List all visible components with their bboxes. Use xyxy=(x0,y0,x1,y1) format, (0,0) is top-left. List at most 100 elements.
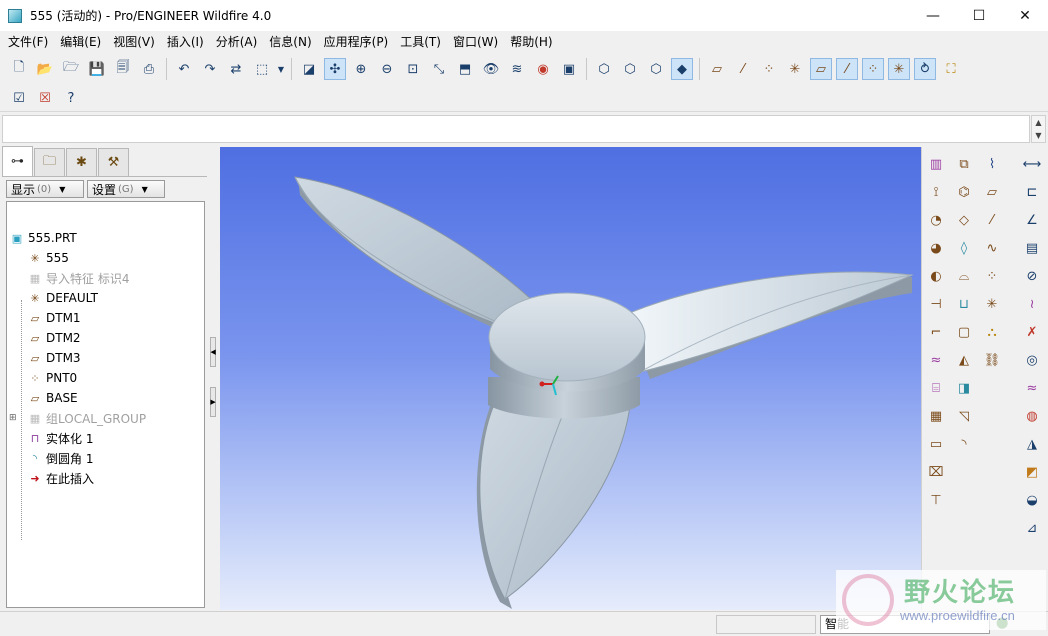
repaint-icon[interactable]: ◪ xyxy=(298,58,320,80)
menu-applications[interactable]: 应用程序(P) xyxy=(318,31,395,53)
no-hidden-icon[interactable]: ⬡ xyxy=(645,58,667,80)
tree-item-dtm1[interactable]: ▱ DTM1 xyxy=(7,308,204,328)
measure-distance-icon[interactable]: ⟷ xyxy=(1021,153,1043,175)
chevron-up-icon[interactable]: ▲ xyxy=(1035,118,1041,127)
shell-icon[interactable]: ⌧ xyxy=(925,461,947,483)
select-box-icon[interactable]: ⬚ xyxy=(251,58,273,80)
tree-item-solidify[interactable]: ⊓ 实体化 1 xyxy=(7,428,204,448)
surface-icon[interactable]: ⌓ xyxy=(953,265,975,287)
appearance-icon[interactable]: ◉ xyxy=(532,58,554,80)
menu-window[interactable]: 窗口(W) xyxy=(447,31,504,53)
round-tool-icon[interactable]: ◝ xyxy=(953,433,975,455)
sketch-icon[interactable]: ⌇ xyxy=(981,153,1003,175)
collapse-left-icon[interactable]: ◀ xyxy=(210,337,216,367)
minimize-icon[interactable]: — xyxy=(910,0,956,31)
settings-button[interactable]: 设置 (G) ▼ xyxy=(87,180,165,198)
datum-axis-create-icon[interactable]: ⁄ xyxy=(981,209,1003,231)
csys-create-icon[interactable]: ✳ xyxy=(981,293,1003,315)
tree-item-insert-here[interactable]: ➜ 在此插入 xyxy=(7,468,204,488)
tree-item-import-feature[interactable]: ▦ 导入特征 标识4 xyxy=(7,268,204,288)
show-button[interactable]: 显示 (0) ▼ xyxy=(6,180,84,198)
connections-tab[interactable]: ⚒ xyxy=(98,148,129,176)
view-manager-icon[interactable]: ≋ xyxy=(506,58,528,80)
hole-icon[interactable]: ⌐ xyxy=(925,321,947,343)
tree-item-dtm2[interactable]: ▱ DTM2 xyxy=(7,328,204,348)
measure-angle-icon[interactable]: ∠ xyxy=(1021,209,1043,231)
menu-view[interactable]: 视图(V) xyxy=(107,31,161,53)
tree-item-dtm3[interactable]: ▱ DTM3 xyxy=(7,348,204,368)
reflection-icon[interactable]: ≈ xyxy=(1021,377,1043,399)
zoom-out-icon[interactable]: ⊖ xyxy=(376,58,398,80)
datum-plane-tool-icon[interactable]: ▥ xyxy=(925,153,947,175)
model-tree-tab[interactable]: ⊶ xyxy=(2,146,33,176)
annotation-icon[interactable]: ⛶ xyxy=(940,58,962,80)
tree-item-part[interactable]: ▣ 555.PRT xyxy=(7,228,204,248)
measure-area-icon[interactable]: ▤ xyxy=(1021,237,1043,259)
merge-icon[interactable]: ⊔ xyxy=(953,293,975,315)
chamfer-icon[interactable]: ◹ xyxy=(953,405,975,427)
analysis-feature-icon[interactable]: ⛬ xyxy=(981,321,1003,343)
point-display-icon[interactable]: ⁘ xyxy=(758,58,780,80)
open-folder-icon[interactable]: 🗁 xyxy=(60,58,82,80)
csys-display-icon[interactable]: ✳ xyxy=(784,58,806,80)
measure-length-icon[interactable]: ⊏ xyxy=(1021,181,1043,203)
blend-icon[interactable]: ◐ xyxy=(925,265,947,287)
redo-icon[interactable]: ↷ xyxy=(199,58,221,80)
mirror-icon[interactable]: ⟟ xyxy=(925,181,947,203)
style-icon[interactable]: ≈ xyxy=(925,349,947,371)
tree-item-round[interactable]: ◝ 倒圆角 1 xyxy=(7,448,204,468)
whats-this-icon[interactable]: ? xyxy=(60,87,82,109)
sweep-icon[interactable]: ◕ xyxy=(925,237,947,259)
layers-icon[interactable]: 👁 xyxy=(480,58,502,80)
tree-item-local-group[interactable]: ⊞ ▦ 组LOCAL_GROUP xyxy=(7,408,204,428)
undo-icon[interactable]: ↶ xyxy=(173,58,195,80)
dihedral-icon[interactable]: ⊿ xyxy=(1021,517,1043,539)
panel-splitter[interactable]: ◀ ▶ xyxy=(207,147,219,611)
close-icon[interactable]: ✕ xyxy=(1002,0,1048,31)
expand-icon[interactable]: ⊞ xyxy=(9,413,17,423)
spin-icon[interactable]: ⥁ xyxy=(914,58,936,80)
section-icon[interactable]: ◒ xyxy=(1021,489,1043,511)
graphics-window[interactable] xyxy=(220,147,921,610)
zoom-in-icon[interactable]: ⊕ xyxy=(350,58,372,80)
folder-browser-tab[interactable]: 🗀 xyxy=(34,148,65,176)
pattern-icon[interactable]: ▦ xyxy=(925,405,947,427)
tree-item-base[interactable]: ▱ BASE xyxy=(7,388,204,408)
deviation-icon[interactable]: ◎ xyxy=(1021,349,1043,371)
new-icon[interactable]: 🗋 xyxy=(8,58,30,80)
fill-icon[interactable]: ◭ xyxy=(953,349,975,371)
draft-check-icon[interactable]: ◮ xyxy=(1021,433,1043,455)
open-icon[interactable]: 📂 xyxy=(34,58,56,80)
datum-axis-tag-icon[interactable]: ⁄ xyxy=(836,58,858,80)
revolve-icon[interactable]: ◔ xyxy=(925,209,947,231)
slope-icon[interactable]: ◩ xyxy=(1021,461,1043,483)
shading-icon[interactable]: ◆ xyxy=(671,58,693,80)
curvature-delete-icon[interactable]: ✗ xyxy=(1021,321,1043,343)
message-scrollbar[interactable]: ▲ ▼ xyxy=(1031,115,1046,143)
thicken-icon[interactable]: ◨ xyxy=(953,377,975,399)
expand-right-icon[interactable]: ▶ xyxy=(210,387,216,417)
menu-help[interactable]: 帮助(H) xyxy=(504,31,558,53)
save-copy-icon[interactable]: 🗐 xyxy=(112,58,134,80)
extrude-icon[interactable]: ⊣ xyxy=(925,293,947,315)
rectangle-icon[interactable]: ▭ xyxy=(925,433,947,455)
saved-views-icon[interactable]: ⬒ xyxy=(454,58,476,80)
model-tree-icon[interactable]: ▣ xyxy=(558,58,580,80)
point-tag-icon[interactable]: ⁘ xyxy=(862,58,884,80)
tree-item-csys-555[interactable]: ✳ 555 xyxy=(7,248,204,268)
copy-icon[interactable]: ⧉ xyxy=(953,153,975,175)
datum-axis-display-icon[interactable]: ⁄ xyxy=(732,58,754,80)
tree-item-pnt0[interactable]: ⁘ PNT0 xyxy=(7,368,204,388)
boundary-blend-icon[interactable]: ◊ xyxy=(953,237,975,259)
spin-center-icon[interactable]: ✣ xyxy=(324,58,346,80)
datum-plane-create-icon[interactable]: ▱ xyxy=(981,181,1003,203)
regenerate-icon[interactable]: ⇄ xyxy=(225,58,247,80)
menu-info[interactable]: 信息(N) xyxy=(263,31,317,53)
rib-icon[interactable]: ⊤ xyxy=(925,489,947,511)
curvature-icon[interactable]: ≀ xyxy=(1021,293,1043,315)
axis-mirror-icon[interactable]: ⌬ xyxy=(953,181,975,203)
favorites-tab[interactable]: ✱ xyxy=(66,148,97,176)
menu-insert[interactable]: 插入(I) xyxy=(161,31,210,53)
shaded-curvature-icon[interactable]: ◍ xyxy=(1021,405,1043,427)
datum-plane-display-icon[interactable]: ▱ xyxy=(706,58,728,80)
